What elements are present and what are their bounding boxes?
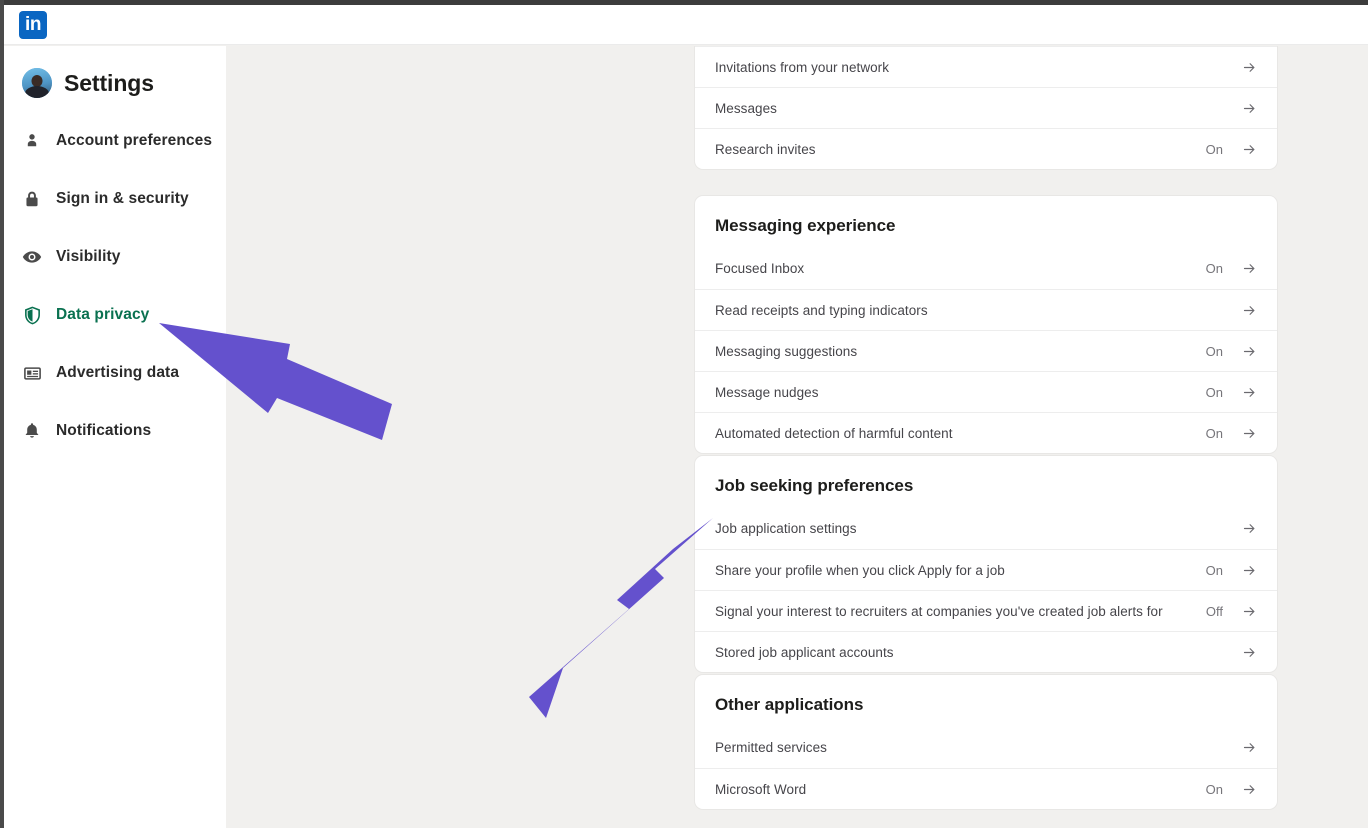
sidebar-item-data-privacy[interactable]: Data privacy xyxy=(0,286,226,344)
sidebar-item-label: Notifications xyxy=(56,422,152,439)
arrow-right-icon[interactable] xyxy=(1241,343,1257,359)
sidebar-item-label: Account preferences xyxy=(56,132,213,149)
settings-row-messages[interactable]: Messages xyxy=(695,87,1277,128)
row-value: On xyxy=(1205,562,1223,578)
row-label: Messages xyxy=(715,100,777,116)
sidebar-item-visibility[interactable]: Visibility xyxy=(4,228,226,286)
arrow-right-icon[interactable] xyxy=(1241,261,1257,277)
settings-row-focused-inbox[interactable]: Focused Inbox On xyxy=(695,248,1277,289)
row-label: Message nudges xyxy=(715,384,819,400)
settings-row-signal-your-interest-to-recruiters[interactable]: Signal your interest to recruiters at co… xyxy=(695,590,1277,631)
settings-card-communications: Invitations from your network Messages R… xyxy=(695,46,1277,169)
row-label: Signal your interest to recruiters at co… xyxy=(715,603,1163,619)
linkedin-logo[interactable]: in xyxy=(19,11,47,39)
settings-row-stored-job-applicant-accounts[interactable]: Stored job applicant accounts xyxy=(695,631,1277,672)
row-label: Share your profile when you click Apply … xyxy=(715,562,1005,578)
row-label: Research invites xyxy=(715,141,816,157)
settings-row-read-receipts-and-typing-indicators[interactable]: Read receipts and typing indicators xyxy=(695,289,1277,330)
settings-card-other-applications: Other applications Permitted services Mi… xyxy=(695,675,1277,809)
settings-row-messaging-suggestions[interactable]: Messaging suggestions On xyxy=(695,330,1277,371)
row-label: Permitted services xyxy=(715,740,827,755)
card-heading: Other applications xyxy=(715,695,864,714)
settings-row-job-application-settings[interactable]: Job application settings xyxy=(695,508,1277,549)
row-label: Invitations from your network xyxy=(715,59,890,75)
row-label: Automated detection of harmful content xyxy=(715,425,953,441)
arrow-right-icon[interactable] xyxy=(1241,141,1257,157)
settings-card-messaging-experience: Messaging experience Focused Inbox On Re… xyxy=(695,196,1277,453)
row-value: On xyxy=(1205,343,1223,359)
row-label: Focused Inbox xyxy=(715,261,805,276)
arrow-right-icon[interactable] xyxy=(1241,644,1257,660)
settings-row-automated-detection-of-harmful-content[interactable]: Automated detection of harmful content O… xyxy=(695,412,1277,453)
settings-row-share-your-profile-when-you-click-apply[interactable]: Share your profile when you click Apply … xyxy=(695,549,1277,590)
row-value: On xyxy=(1205,425,1223,441)
avatar[interactable] xyxy=(22,68,52,98)
sidebar-item-label: Advertising data xyxy=(56,364,180,381)
row-value: On xyxy=(1205,261,1223,276)
settings-card-job-seeking-preferences: Job seeking preferences Job application … xyxy=(695,456,1277,672)
arrow-right-icon[interactable] xyxy=(1241,59,1257,75)
row-value: Off xyxy=(1205,603,1223,619)
arrow-right-icon[interactable] xyxy=(1241,603,1257,619)
arrow-right-icon[interactable] xyxy=(1241,521,1257,537)
arrow-right-icon[interactable] xyxy=(1241,302,1257,318)
card-heading: Job seeking preferences xyxy=(715,476,914,495)
settings-row-research-invites[interactable]: Research invites On xyxy=(695,128,1277,169)
arrow-right-icon[interactable] xyxy=(1241,740,1257,756)
arrow-right-icon[interactable] xyxy=(1241,562,1257,578)
ad-card-icon xyxy=(22,363,42,383)
settings-sidebar: Settings Account preferences Sign in & s… xyxy=(0,46,226,828)
sidebar-item-sign-in-and-security[interactable]: Sign in & security xyxy=(4,170,226,228)
sidebar-item-label: Visibility xyxy=(56,248,121,265)
settings-row-invitations-from-your-network[interactable]: Invitations from your network xyxy=(695,46,1277,87)
row-value: On xyxy=(1205,384,1223,400)
card-heading: Messaging experience xyxy=(715,216,896,235)
arrow-right-icon[interactable] xyxy=(1241,425,1257,441)
sidebar-item-label: Sign in & security xyxy=(56,190,189,207)
sidebar-item-label: Data privacy xyxy=(56,306,150,323)
arrow-right-icon[interactable] xyxy=(1241,100,1257,116)
row-label: Messaging suggestions xyxy=(715,343,858,359)
row-value: On xyxy=(1205,141,1223,157)
settings-row-permitted-services[interactable]: Permitted services xyxy=(695,727,1277,768)
sidebar-item-advertising-data[interactable]: Advertising data xyxy=(4,344,226,402)
arrow-right-icon[interactable] xyxy=(1241,384,1257,400)
browser-left-edge xyxy=(0,0,4,828)
row-label: Stored job applicant accounts xyxy=(715,644,894,660)
sidebar-item-account-preferences[interactable]: Account preferences xyxy=(4,112,226,170)
row-label: Job application settings xyxy=(715,521,857,536)
avatar-body xyxy=(25,86,49,98)
arrow-right-icon[interactable] xyxy=(1241,781,1257,797)
shield-icon xyxy=(22,305,42,325)
settings-row-message-nudges[interactable]: Message nudges On xyxy=(695,371,1277,412)
settings-main-content: Invitations from your network Messages R… xyxy=(226,46,1368,828)
global-header: in xyxy=(4,5,1368,45)
person-icon xyxy=(22,131,42,151)
settings-header: Settings xyxy=(4,46,226,98)
sidebar-item-notifications[interactable]: Notifications xyxy=(4,402,226,460)
page-title: Settings xyxy=(64,69,154,96)
lock-icon xyxy=(22,189,42,209)
bell-icon xyxy=(22,421,42,441)
row-value: On xyxy=(1205,781,1223,797)
eye-icon xyxy=(22,247,42,267)
row-label: Microsoft Word xyxy=(715,781,807,797)
row-label: Read receipts and typing indicators xyxy=(715,302,928,318)
sidebar-nav-list: Account preferences Sign in & security V… xyxy=(0,112,226,460)
settings-row-microsoft-word[interactable]: Microsoft Word On xyxy=(695,768,1277,809)
